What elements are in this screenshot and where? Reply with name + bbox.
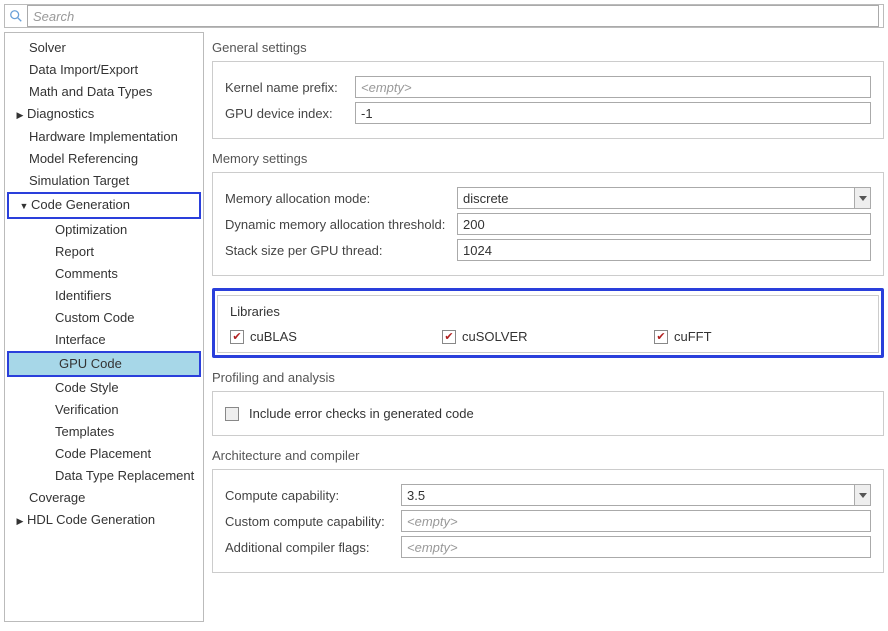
- sidebar-item-label: Identifiers: [55, 288, 111, 303]
- sidebar-item-hdl-code-generation[interactable]: ▶HDL Code Generation: [5, 509, 203, 532]
- sidebar: Solver Data Import/Export Math and Data Ty…: [4, 32, 204, 622]
- sidebar-item-label: Data Import/Export: [29, 62, 138, 77]
- sidebar-item-label: Coverage: [29, 490, 85, 505]
- compute-cap-value: 3.5: [407, 488, 425, 503]
- cublas-checkbox[interactable]: ✔: [230, 330, 244, 344]
- arch-fieldset: Compute capability: 3.5 Custom compute c…: [212, 469, 884, 573]
- compiler-flags-input[interactable]: [401, 536, 871, 558]
- mem-mode-value: discrete: [463, 191, 509, 206]
- dropdown-button[interactable]: [854, 485, 870, 505]
- sidebar-item-label: Solver: [29, 40, 66, 55]
- sidebar-item-comments[interactable]: Comments: [5, 263, 203, 285]
- cublas-label: cuBLAS: [250, 329, 297, 344]
- sidebar-item-math-and-data-types[interactable]: Math and Data Types: [5, 81, 203, 103]
- sidebar-item-label: Code Style: [55, 380, 119, 395]
- kernel-prefix-label: Kernel name prefix:: [225, 80, 345, 95]
- custom-cap-label: Custom compute capability:: [225, 514, 391, 529]
- sidebar-item-solver[interactable]: Solver: [5, 37, 203, 59]
- arch-title: Architecture and compiler: [212, 448, 884, 463]
- memory-title: Memory settings: [212, 151, 884, 166]
- sidebar-item-label: Templates: [55, 424, 114, 439]
- sidebar-item-coverage[interactable]: Coverage: [5, 487, 203, 509]
- mem-threshold-label: Dynamic memory allocation threshold:: [225, 217, 447, 232]
- search-icon: [9, 9, 23, 23]
- cufft-label: cuFFT: [674, 329, 712, 344]
- libraries-title: Libraries: [230, 304, 866, 319]
- cufft-checkbox[interactable]: ✔: [654, 330, 668, 344]
- sidebar-item-label: Comments: [55, 266, 118, 281]
- sidebar-item-data-import-export[interactable]: Data Import/Export: [5, 59, 203, 81]
- search-input[interactable]: [27, 5, 879, 27]
- general-fieldset: Kernel name prefix: GPU device index:: [212, 61, 884, 139]
- main-panel: General settings Kernel name prefix: GPU…: [212, 32, 884, 622]
- sidebar-item-optimization[interactable]: Optimization: [5, 219, 203, 241]
- sidebar-item-label: Verification: [55, 402, 119, 417]
- mem-threshold-input[interactable]: [457, 213, 871, 235]
- stack-size-label: Stack size per GPU thread:: [225, 243, 447, 258]
- custom-cap-input[interactable]: [401, 510, 871, 532]
- sidebar-item-code-style[interactable]: Code Style: [5, 377, 203, 399]
- sidebar-item-interface[interactable]: Interface: [5, 329, 203, 351]
- sidebar-item-verification[interactable]: Verification: [5, 399, 203, 421]
- sidebar-item-custom-code[interactable]: Custom Code: [5, 307, 203, 329]
- sidebar-item-code-placement[interactable]: Code Placement: [5, 443, 203, 465]
- chevron-down-icon: [859, 493, 867, 498]
- sidebar-item-code-generation[interactable]: ▼Code Generation: [9, 194, 199, 217]
- gpu-index-input[interactable]: [355, 102, 871, 124]
- memory-fieldset: Memory allocation mode: discrete Dynamic…: [212, 172, 884, 276]
- stack-size-input[interactable]: [457, 239, 871, 261]
- libraries-highlight: Libraries ✔ cuBLAS ✔ cuSOLVER ✔ cuFFT: [212, 288, 884, 358]
- general-title: General settings: [212, 40, 884, 55]
- profiling-title: Profiling and analysis: [212, 370, 884, 385]
- chevron-right-icon: ▶: [15, 512, 25, 530]
- cusolver-label: cuSOLVER: [462, 329, 528, 344]
- cusolver-checkbox[interactable]: ✔: [442, 330, 456, 344]
- sidebar-item-label: Code Generation: [31, 197, 130, 212]
- sidebar-highlight: ▼Code Generation: [7, 192, 201, 219]
- chevron-down-icon: ▼: [19, 197, 29, 215]
- sidebar-item-diagnostics[interactable]: ▶Diagnostics: [5, 103, 203, 126]
- chevron-down-icon: [859, 196, 867, 201]
- sidebar-item-templates[interactable]: Templates: [5, 421, 203, 443]
- sidebar-item-gpu-code[interactable]: GPU Code: [9, 353, 199, 375]
- sidebar-item-label: Data Type Replacement: [55, 468, 194, 483]
- errcheck-label: Include error checks in generated code: [249, 406, 474, 421]
- sidebar-item-label: Interface: [55, 332, 106, 347]
- compute-cap-select[interactable]: 3.5: [401, 484, 871, 506]
- sidebar-item-label: Model Referencing: [29, 151, 138, 166]
- sidebar-item-label: Report: [55, 244, 94, 259]
- mem-mode-label: Memory allocation mode:: [225, 191, 447, 206]
- sidebar-item-label: Custom Code: [55, 310, 134, 325]
- sidebar-item-label: Math and Data Types: [29, 84, 152, 99]
- profiling-fieldset: Include error checks in generated code: [212, 391, 884, 436]
- sidebar-item-hardware-implementation[interactable]: Hardware Implementation: [5, 126, 203, 148]
- mem-mode-select[interactable]: discrete: [457, 187, 871, 209]
- sidebar-item-data-type-replacement[interactable]: Data Type Replacement: [5, 465, 203, 487]
- sidebar-item-report[interactable]: Report: [5, 241, 203, 263]
- sidebar-item-label: Hardware Implementation: [29, 129, 178, 144]
- compiler-flags-label: Additional compiler flags:: [225, 540, 391, 555]
- sidebar-highlight: GPU Code: [7, 351, 201, 377]
- sidebar-item-label: Diagnostics: [27, 106, 94, 121]
- dropdown-button[interactable]: [854, 188, 870, 208]
- libraries-fieldset: Libraries ✔ cuBLAS ✔ cuSOLVER ✔ cuFFT: [217, 295, 879, 353]
- search-bar[interactable]: [4, 4, 884, 28]
- kernel-prefix-input[interactable]: [355, 76, 871, 98]
- sidebar-item-identifiers[interactable]: Identifiers: [5, 285, 203, 307]
- sidebar-item-simulation-target[interactable]: Simulation Target: [5, 170, 203, 192]
- sidebar-item-label: Optimization: [55, 222, 127, 237]
- chevron-right-icon: ▶: [15, 106, 25, 124]
- gpu-index-label: GPU device index:: [225, 106, 345, 121]
- compute-cap-label: Compute capability:: [225, 488, 391, 503]
- sidebar-item-label: GPU Code: [59, 356, 122, 371]
- sidebar-item-model-referencing[interactable]: Model Referencing: [5, 148, 203, 170]
- errcheck-checkbox[interactable]: [225, 407, 239, 421]
- sidebar-item-label: Simulation Target: [29, 173, 129, 188]
- sidebar-item-label: Code Placement: [55, 446, 151, 461]
- sidebar-item-label: HDL Code Generation: [27, 512, 155, 527]
